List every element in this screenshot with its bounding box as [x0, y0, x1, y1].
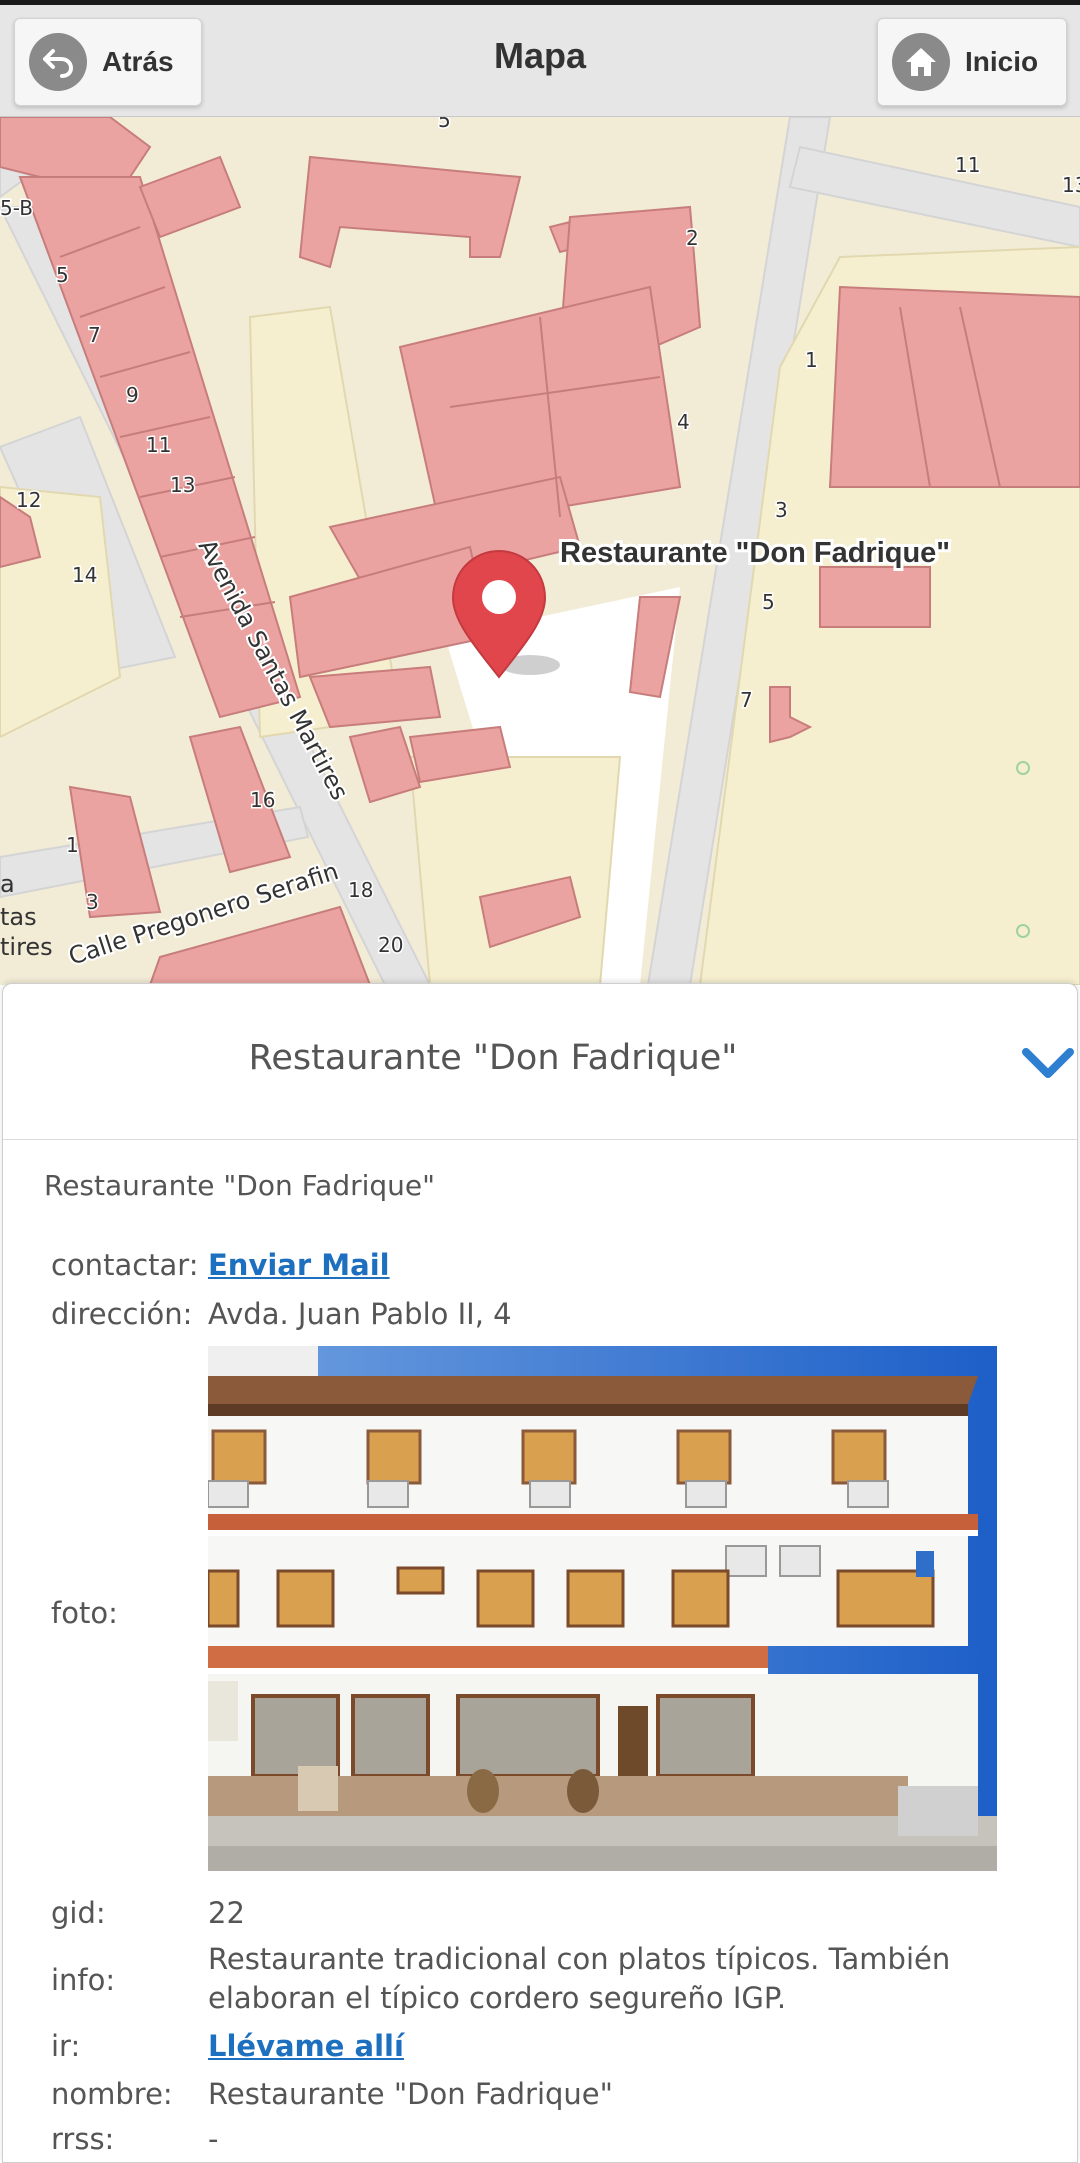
panel-title: Restaurante "Don Fadrique" [248, 1038, 738, 1078]
navigate-link[interactable]: Llévame allí [208, 2029, 404, 2063]
address-value: Avda. Juan Pablo II, 4 [208, 1297, 512, 1331]
house-number: 7 [88, 323, 101, 347]
send-mail-link[interactable]: Enviar Mail [208, 1248, 390, 1282]
home-button[interactable]: Inicio [877, 18, 1067, 106]
house-number: 14 [72, 563, 97, 587]
house-number: 16 [250, 788, 275, 812]
restaurant-photo [208, 1346, 997, 1871]
field-label-direccion: dirección: [51, 1297, 193, 1331]
name-value: Restaurante "Don Fadrique" [208, 2077, 613, 2111]
map-edge-label: tires [0, 933, 53, 961]
house-number: 12 [16, 488, 41, 512]
detail-panel: Restaurante "Don Fadrique" Restaurante "… [2, 983, 1078, 2163]
house-number: 11 [146, 433, 171, 457]
house-number: 9 [126, 383, 139, 407]
house-number: 18 [348, 878, 373, 902]
map-edge-label: tas [0, 903, 37, 931]
field-label-gid: gid: [51, 1896, 106, 1930]
map-edge-label: a [0, 870, 15, 898]
house-number: 3 [775, 498, 788, 522]
header-bar: Atrás Mapa Inicio [0, 5, 1080, 117]
map-pin-dot [482, 580, 516, 614]
rrss-value: - [208, 2122, 219, 2156]
house-number: 3 [86, 890, 99, 914]
panel-description: Restaurante "Don Fadrique" [44, 1169, 436, 1202]
house-number: 1 [66, 833, 79, 857]
home-icon [892, 33, 950, 91]
field-label-rrss: rrss: [51, 2122, 115, 2156]
house-number: 13 [170, 473, 195, 497]
house-number: 20 [378, 933, 403, 957]
house-number: 5-B [0, 196, 33, 220]
panel-header[interactable]: Restaurante "Don Fadrique" [3, 984, 1077, 1140]
field-label-foto: foto: [51, 1596, 118, 1630]
house-number: 13 [1062, 173, 1080, 197]
house-number: 7 [740, 688, 753, 712]
house-number: 5 [762, 590, 775, 614]
house-number: 11 [955, 153, 980, 177]
info-line-1: Restaurante tradicional con platos típic… [208, 1942, 951, 1976]
info-line-2: elaboran el típico cordero segureño IGP. [208, 1981, 787, 2015]
field-label-contactar: contactar: [51, 1248, 199, 1282]
gid-value: 22 [208, 1896, 245, 1930]
house-number: 1 [805, 348, 818, 372]
map-view[interactable]: Avenida Santas Martires Calle Pregonero … [0, 117, 1080, 985]
house-number: 2 [686, 226, 699, 250]
marker-label: Restaurante "Don Fadrique" [560, 537, 950, 569]
field-label-info: info: [51, 1963, 116, 1997]
house-number: 5 [438, 117, 451, 132]
field-label-ir: ir: [51, 2029, 81, 2063]
house-number: 4 [677, 410, 690, 434]
chevron-down-icon[interactable] [1021, 1042, 1075, 1082]
home-button-label: Inicio [965, 46, 1039, 77]
field-label-nombre: nombre: [51, 2077, 173, 2111]
house-number: 5 [56, 263, 69, 287]
